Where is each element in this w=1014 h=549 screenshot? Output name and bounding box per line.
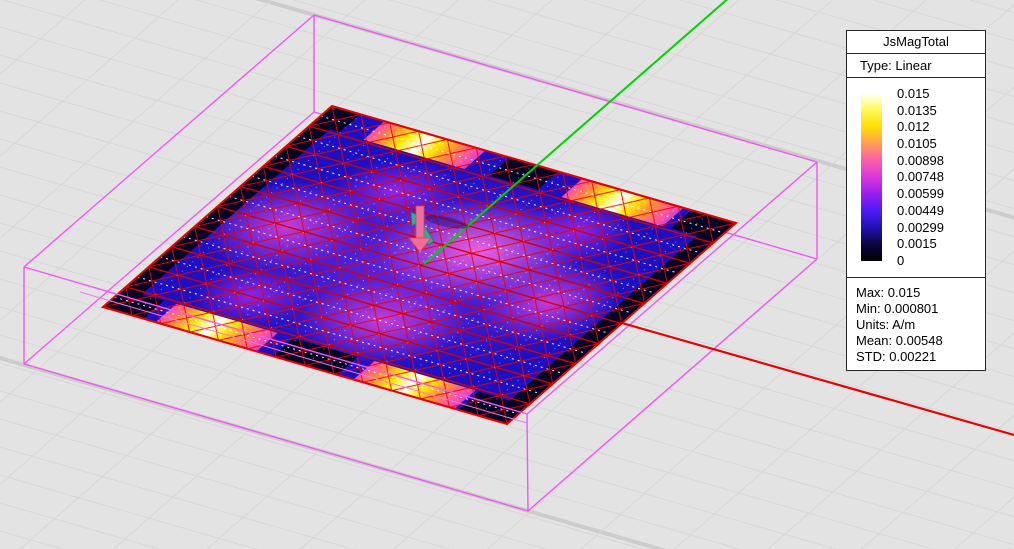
colorbar-tick-label: 0.015 (897, 87, 977, 100)
stat-units: Units: A/m (856, 317, 985, 333)
stat-std: STD: 0.00221 (856, 349, 985, 365)
colorbar-tick-label: 0.00898 (897, 154, 977, 167)
legend-statistics: Max: 0.015 Min: 0.000801 Units: A/m Mean… (847, 278, 985, 365)
colorbar (861, 93, 882, 261)
legend-panel[interactable]: JsMagTotal Type: Linear 0.015 0.0135 0.012… (846, 30, 986, 371)
colorbar-tick-label: 0.00748 (897, 170, 977, 183)
legend-color-scale: 0.015 0.0135 0.012 0.0105 0.00898 0.00748 0.00… (847, 78, 985, 278)
legend-title: JsMagTotal (847, 31, 985, 54)
colorbar-tick-label: 0.00449 (897, 204, 977, 217)
colorbar-tick-label: 0.0105 (897, 137, 977, 150)
stat-max: Max: 0.015 (856, 285, 985, 301)
colorbar-tick-label: 0.012 (897, 120, 977, 133)
colorbar-tick-label: 0.00599 (897, 187, 977, 200)
stat-min: Min: 0.000801 (856, 301, 985, 317)
colorbar-tick-label: 0 (897, 254, 977, 267)
colorbar-tick-label: 0.0015 (897, 237, 977, 250)
colorbar-tick-label: 0.0135 (897, 104, 977, 117)
legend-scale-type: Type: Linear (847, 54, 985, 78)
colorbar-labels: 0.015 0.0135 0.012 0.0105 0.00898 0.00748 0.00… (897, 87, 977, 267)
colorbar-tick-label: 0.00299 (897, 221, 977, 234)
stat-mean: Mean: 0.00548 (856, 333, 985, 349)
modeler-window: JsMagTotal Type: Linear 0.015 0.0135 0.012… (0, 0, 1014, 549)
